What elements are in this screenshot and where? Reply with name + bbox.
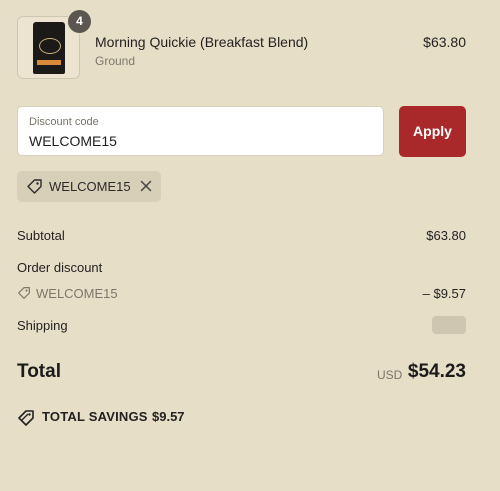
total-currency: USD	[377, 368, 403, 382]
discount-code-label: Discount code	[29, 116, 99, 128]
shipping-value-placeholder	[432, 316, 466, 334]
order-discount-label: Order discount	[17, 260, 103, 275]
product-thumbnail: 4	[17, 9, 92, 79]
order-discount-value: – $9.57	[422, 286, 466, 301]
product-name: Morning Quickie (Breakfast Blend)	[95, 34, 309, 50]
tag-icon	[17, 286, 31, 305]
applied-discount-chip: WELCOME15	[17, 171, 161, 202]
total-value: $54.23	[407, 361, 466, 382]
savings-tag-icon	[17, 409, 35, 432]
order-discount-code: WELCOME15	[36, 286, 118, 301]
subtotal-label: Subtotal	[17, 228, 65, 243]
discount-code-value[interactable]: WELCOME15	[29, 133, 117, 149]
quantity-badge: 4	[67, 9, 92, 34]
total-savings-label: TOTAL SAVINGS	[42, 409, 148, 424]
tag-icon	[26, 178, 43, 200]
close-icon[interactable]	[139, 179, 153, 198]
subtotal-value: $63.80	[426, 228, 466, 243]
product-variant: Ground	[95, 54, 136, 68]
product-price: $63.80	[423, 34, 466, 50]
total-savings-value: $9.57	[152, 409, 185, 424]
total-label: Total	[17, 361, 61, 382]
discount-code-input[interactable]: Discount code WELCOME15	[17, 106, 384, 156]
shipping-label: Shipping	[17, 318, 68, 333]
applied-discount-code: WELCOME15	[49, 179, 131, 194]
bag-logo	[39, 38, 61, 54]
bag-band	[37, 60, 61, 65]
coffee-bag-image	[33, 22, 65, 74]
apply-button[interactable]: Apply	[399, 106, 466, 157]
cart-line-item: 4 Morning Quickie (Breakfast Blend) Grou…	[17, 9, 466, 82]
